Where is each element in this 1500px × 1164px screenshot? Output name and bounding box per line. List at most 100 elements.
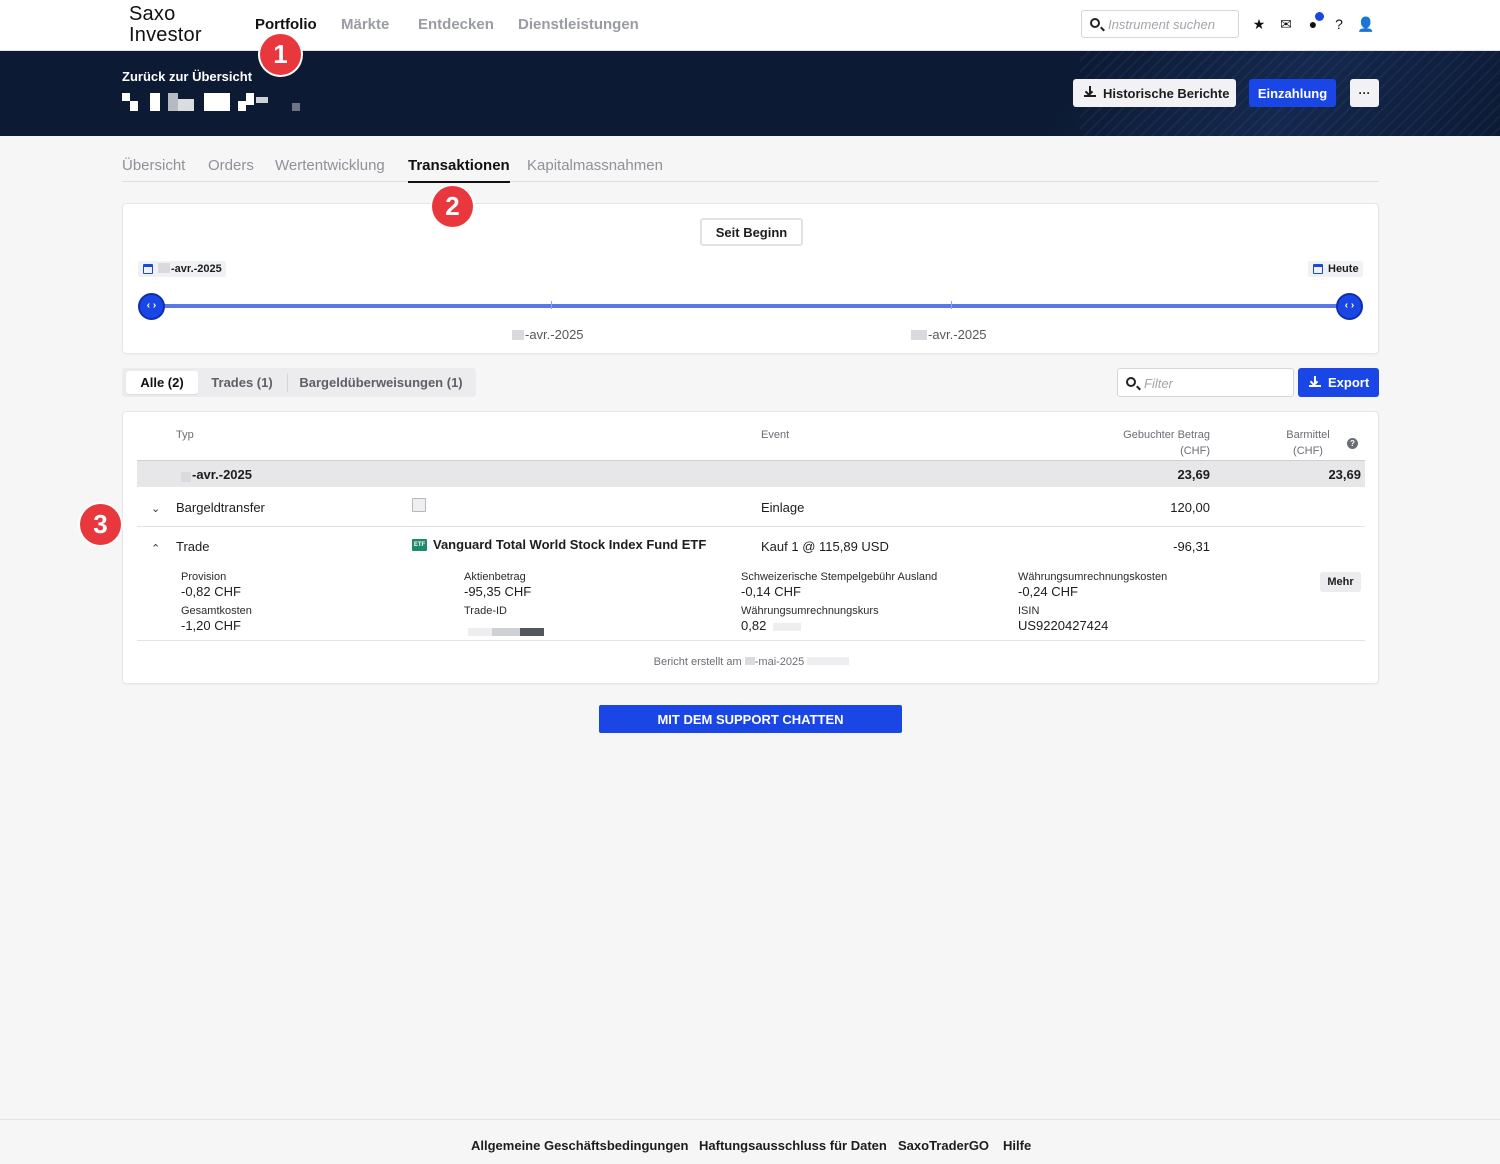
segment-trades[interactable]: Trades (1)	[202, 371, 282, 394]
tab-uebersicht[interactable]: Übersicht	[122, 157, 185, 174]
saxo-investor-logo[interactable]: Saxo Investor	[129, 4, 202, 46]
detail-label: Provision	[181, 571, 227, 583]
nav-maerkte[interactable]: Märkte	[341, 16, 389, 33]
support-chat-button[interactable]: MIT DEM SUPPORT CHATTEN	[599, 705, 902, 733]
filter-box[interactable]	[1117, 368, 1294, 397]
period-preset-button[interactable]: Seit Beginn	[700, 218, 803, 246]
calendar-icon	[1313, 264, 1323, 274]
date-range-card: Seit Beginn -avr.-2025 Heute ‹ › ‹ › -av…	[122, 203, 1379, 354]
detail-value: 0,82	[741, 618, 767, 633]
annotation-badge-2: 2	[432, 186, 473, 227]
column-header-barmittel: Barmittel (CHF)	[1286, 429, 1330, 457]
transactions-table: Typ Event Gebuchter Betrag (CHF) Barmitte…	[122, 411, 1379, 684]
star-icon[interactable]: ★	[1251, 16, 1267, 32]
tab-kapitalmassnahmen[interactable]: Kapitalmassnahmen	[527, 157, 663, 174]
instrument-search-input[interactable]	[1108, 15, 1234, 33]
group-cash-total: 23,69	[1328, 467, 1361, 482]
detail-value: US9220427424	[1018, 618, 1109, 633]
detail-label: Währungsumrechnungskosten	[1018, 571, 1168, 583]
nav-portfolio[interactable]: Portfolio	[255, 16, 317, 33]
download-icon	[1084, 86, 1096, 98]
range-tick	[551, 301, 552, 309]
transaction-type-segmented-control: Alle (2) Trades (1) Bargeldüberweisungen…	[122, 368, 476, 397]
segment-alle[interactable]: Alle (2)	[126, 371, 198, 394]
masked-day	[512, 330, 524, 340]
portfolio-tabs: Übersicht Orders Wertentwicklung Transak…	[122, 150, 1379, 183]
export-label: Export	[1328, 375, 1370, 390]
detail-label: Trade-ID	[464, 605, 507, 617]
help-icon[interactable]: ?	[1347, 438, 1358, 449]
account-name-masked	[122, 93, 302, 111]
detail-value: -0,24 CHF	[1018, 584, 1078, 599]
detail-label: Gesamtkosten	[181, 605, 252, 617]
trade-id-masked	[468, 623, 544, 639]
axis-date-label: -avr.-2025	[512, 327, 584, 342]
axis-date-label: -avr.-2025	[911, 327, 987, 342]
footer-link-agb[interactable]: Allgemeine Geschäftsbedingungen	[471, 1138, 688, 1153]
notification-badge	[1315, 12, 1324, 21]
footer-link-help[interactable]: Hilfe	[1003, 1138, 1031, 1153]
column-header-event: Event	[761, 429, 790, 441]
row-booked-amount: 120,00	[1170, 500, 1210, 515]
document-icon[interactable]	[412, 498, 426, 512]
page-footer: Allgemeine Geschäftsbedingungen Haftungs…	[0, 1119, 1500, 1164]
export-button[interactable]: Export	[1298, 368, 1379, 397]
segment-divider	[287, 373, 288, 392]
detail-label: ISIN	[1018, 605, 1040, 617]
column-header-gebuchter-betrag: Gebuchter Betrag (CHF)	[1123, 429, 1210, 457]
help-icon[interactable]: ?	[1331, 16, 1347, 32]
account-header: Zurück zur Übersicht Historische Bericht…	[0, 51, 1500, 136]
tab-transaktionen[interactable]: Transaktionen	[408, 157, 510, 183]
instrument-search[interactable]	[1081, 10, 1239, 38]
more-details-button[interactable]: Mehr	[1320, 572, 1361, 592]
group-date: -avr.-2025	[192, 467, 252, 482]
column-header-typ: Typ	[176, 429, 194, 441]
user-icon[interactable]: 👤	[1357, 16, 1374, 32]
annotation-badge-3: 3	[80, 504, 121, 545]
detail-value: -0,82 CHF	[181, 584, 241, 599]
detail-value: -1,20 CHF	[181, 618, 241, 633]
historical-reports-label: Historische Berichte	[1103, 85, 1230, 101]
more-options-button[interactable]: ···	[1350, 79, 1379, 107]
range-tick	[951, 301, 952, 309]
end-date-chip[interactable]: Heute	[1308, 261, 1363, 277]
calendar-icon	[143, 264, 153, 274]
masked-day	[911, 330, 927, 340]
rate-masked	[773, 623, 801, 631]
row-booked-amount: -96,31	[1173, 539, 1210, 554]
masked-day	[181, 472, 191, 482]
chevron-down-icon[interactable]: ⌄	[151, 502, 160, 515]
range-start-handle[interactable]: ‹ ›	[138, 293, 165, 320]
nav-entdecken[interactable]: Entdecken	[418, 16, 494, 33]
row-instrument-link[interactable]: Vanguard Total World Stock Index Fund ET…	[433, 537, 706, 552]
historical-reports-button[interactable]: Historische Berichte	[1073, 79, 1236, 107]
annotation-badge-1: 1	[260, 34, 301, 75]
footer-link-disclaimer[interactable]: Haftungsausschluss für Daten	[699, 1138, 887, 1153]
row-event: Kauf 1 @ 115,89 USD	[761, 539, 889, 554]
etf-icon: ETF	[412, 539, 427, 551]
top-navigation: Saxo Investor Portfolio Märkte Entdecken…	[0, 0, 1500, 51]
chevron-up-icon[interactable]: ⌃	[151, 542, 160, 555]
range-end-handle[interactable]: ‹ ›	[1336, 293, 1363, 320]
mail-icon[interactable]: ✉	[1278, 16, 1294, 32]
row-divider	[137, 640, 1365, 641]
tab-wertentwicklung[interactable]: Wertentwicklung	[275, 157, 385, 174]
row-divider	[137, 526, 1365, 527]
filter-input[interactable]	[1144, 374, 1284, 392]
start-date-chip[interactable]: -avr.-2025	[138, 261, 226, 277]
deposit-button[interactable]: Einzahlung	[1249, 79, 1336, 107]
nav-dienstleistungen[interactable]: Dienstleistungen	[518, 16, 639, 33]
footer-link-saxotradergo[interactable]: SaxoTraderGO	[898, 1138, 989, 1153]
date-group-row: -avr.-2025 23,69 23,69	[137, 460, 1365, 487]
date-range-track[interactable]	[151, 304, 1351, 308]
detail-label: Schweizerische Stempelgebühr Ausland	[741, 571, 938, 583]
masked-day	[158, 263, 170, 273]
segment-bargeldueberweisungen[interactable]: Bargeldüberweisungen (1)	[292, 371, 470, 394]
detail-label: Währungsumrechnungskurs	[741, 605, 879, 617]
detail-label: Aktienbetrag	[464, 571, 526, 583]
back-to-overview-link[interactable]: Zurück zur Übersicht	[122, 69, 252, 84]
detail-value: -95,35 CHF	[464, 584, 532, 599]
search-icon	[1126, 377, 1136, 387]
tab-orders[interactable]: Orders	[208, 157, 254, 174]
detail-value: -0,14 CHF	[741, 584, 801, 599]
